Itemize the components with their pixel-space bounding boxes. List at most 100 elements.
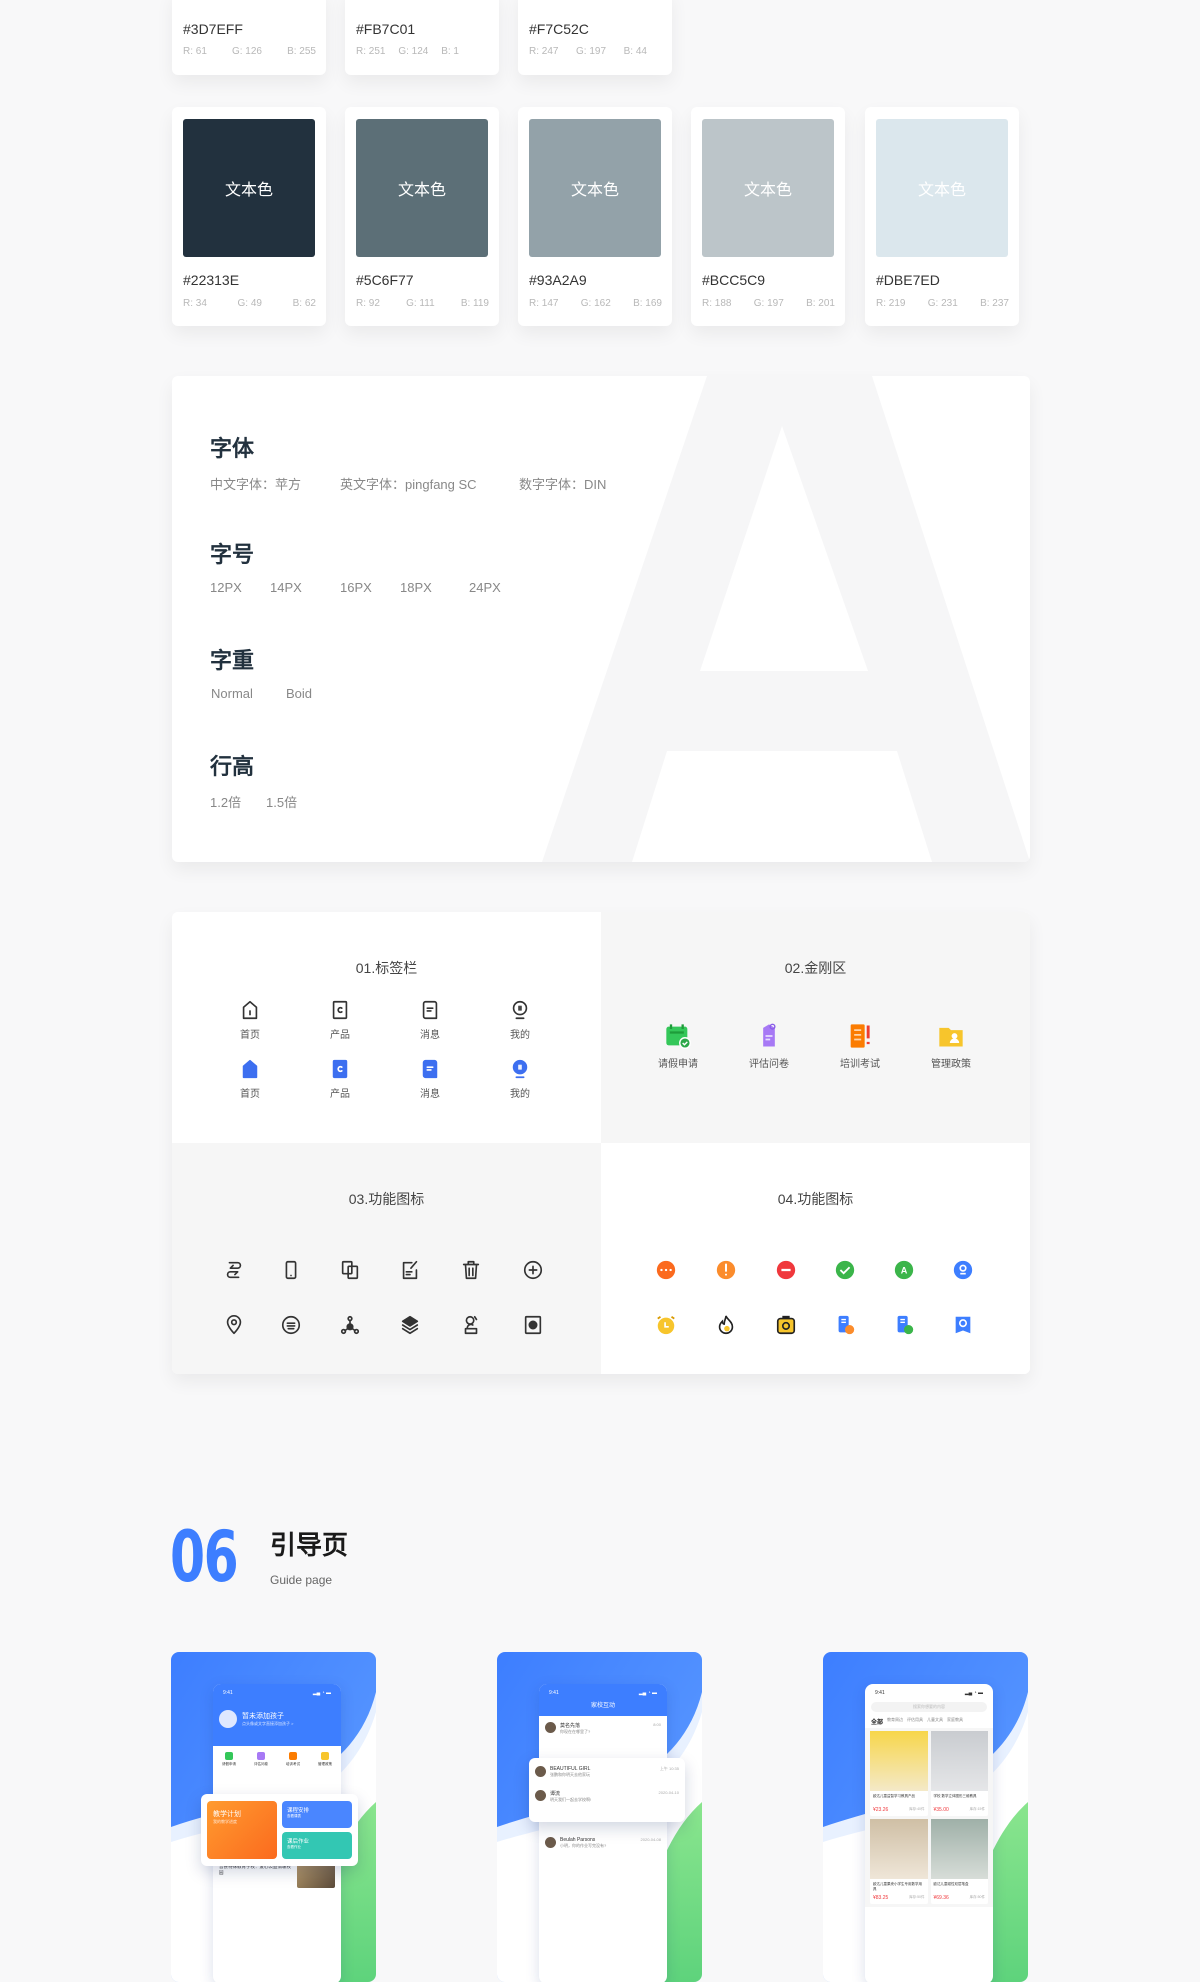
- rgb-values: R: 251 G: 124 B: 1: [356, 46, 459, 57]
- tab-message-outline[interactable]: 消息: [400, 999, 460, 1041]
- chat-title: 家校互动: [590, 1703, 615, 1709]
- tab-me-outline[interactable]: 我的: [490, 999, 550, 1041]
- function-camera[interactable]: [756, 1314, 816, 1336]
- product-card[interactable]: 欧达儿童果壳小学生专用数学用具 ¥83.25 库存:50件: [870, 1819, 928, 1904]
- function-copy[interactable]: [320, 1259, 380, 1281]
- product-name: 欧达儿童磁性双层笔盒: [933, 1882, 969, 1886]
- chat-row[interactable]: BEAUTIFUL GIRL 张鹏和你明天去他家玩 上午 10:35: [529, 1758, 685, 1784]
- function-keyboard[interactable]: [261, 1314, 321, 1336]
- category-tab[interactable]: 儿童文具: [927, 1717, 943, 1726]
- function-phone[interactable]: [261, 1259, 321, 1281]
- color-card: #3D7EFF R: 61 G: 126 B: 255: [172, 0, 326, 75]
- homework-card[interactable]: 课后作业 查看作业: [282, 1832, 352, 1859]
- function-alarm[interactable]: [636, 1314, 696, 1336]
- function-badge-icon: [933, 1314, 993, 1336]
- chat-time: 2020-04-10: [658, 1790, 679, 1795]
- tab-product-filled[interactable]: 产品: [310, 1058, 370, 1100]
- function-record[interactable]: [503, 1314, 563, 1336]
- category-tabs: 全部 教育周边 评估用具 儿童文具 家庭教具: [865, 1715, 993, 1728]
- tab-home-filled[interactable]: 首页: [220, 1058, 280, 1100]
- kingkong-policy-folder[interactable]: 管理政策: [921, 1022, 981, 1070]
- function-doc-check[interactable]: [874, 1314, 934, 1336]
- size-heading: 字号: [210, 542, 255, 567]
- function-switch[interactable]: [204, 1259, 264, 1281]
- icon-label: 消息: [420, 1030, 440, 1041]
- category-tab[interactable]: 教育周边: [887, 1717, 903, 1726]
- kingkong-leave-calendar[interactable]: 请假申请: [648, 1022, 708, 1070]
- svg-text:A: A: [901, 1266, 908, 1276]
- kingkong-leave-calendar-icon: [648, 1022, 708, 1050]
- function-warning-circle[interactable]: [696, 1259, 756, 1281]
- product-card[interactable]: 欧达儿童磁性双层笔盒 ¥69.36 库存:50件: [930, 1819, 988, 1904]
- tab-me-outline-icon: [490, 999, 550, 1021]
- kingkong-survey-tag[interactable]: 评估问卷: [739, 1022, 799, 1070]
- color-card: 文本色 #5C6F77 R: 92 G: 111 B: 119: [345, 107, 499, 326]
- color-card: #FB7C01 R: 251 G: 124 B: 1: [345, 0, 499, 75]
- product-image: [870, 1819, 928, 1879]
- background-letter-a: [542, 376, 1030, 862]
- product-card[interactable]: 欧达儿童益智学习教具产品 ¥23.26 库存:40件: [870, 1731, 928, 1816]
- category-tab[interactable]: 评估用具: [907, 1717, 923, 1726]
- function-check-circle-icon: [815, 1259, 875, 1281]
- g: G: 197: [576, 46, 607, 57]
- avatar: [545, 1722, 556, 1733]
- color-swatch: 文本色: [702, 119, 834, 257]
- function-fire-icon: [696, 1314, 756, 1336]
- chat-float-card: BEAUTIFUL GIRL 张鹏和你明天去他家玩 上午 10:35 谭流 明天我们一起…: [529, 1758, 685, 1822]
- homework-title: 课后作业: [287, 1839, 310, 1845]
- menu-item[interactable]: 管理政策: [318, 1752, 332, 1767]
- schedule-card[interactable]: 课程安排 查看课表: [282, 1801, 352, 1828]
- category-tab[interactable]: 家庭教具: [947, 1717, 963, 1726]
- tab-product-filled-icon: [310, 1058, 370, 1080]
- b: B: 62: [292, 298, 316, 309]
- chat-row[interactable]: 莫名先落 你现在在哪里了? 8:00: [539, 1716, 667, 1741]
- function-trash[interactable]: [441, 1259, 501, 1281]
- function-network[interactable]: [320, 1314, 380, 1336]
- kingkong-quadrant: 02.金刚区 请假申请 评估问卷 培训考试 管理政策: [601, 912, 1030, 1143]
- news-image: [297, 1864, 335, 1888]
- function-plus-circle[interactable]: [503, 1259, 563, 1281]
- function-location[interactable]: [204, 1314, 264, 1336]
- weight-item: Normal: [211, 686, 253, 701]
- kingkong-exam-book[interactable]: 培训考试: [830, 1022, 890, 1070]
- chat-row[interactable]: Beulah Parsons 小明，你的作业写完没有? 2020-04-08: [539, 1831, 667, 1855]
- tab-message-filled[interactable]: 消息: [400, 1058, 460, 1100]
- menu-item[interactable]: 请假申请: [222, 1752, 236, 1767]
- function-minus-circle[interactable]: [756, 1259, 816, 1281]
- r: R: 247: [529, 46, 559, 57]
- function-user-stamp[interactable]: [441, 1314, 501, 1336]
- function-layers[interactable]: [380, 1314, 440, 1336]
- b: B: 237: [980, 298, 1009, 309]
- product-card[interactable]: 学校 数学立体图形三维教具 ¥35.00 库存:15件: [930, 1731, 988, 1816]
- avatar: [219, 1710, 237, 1728]
- menu-item[interactable]: 评估问卷: [254, 1752, 268, 1767]
- font-item: 中文字体：苹方: [210, 477, 302, 492]
- menu-label: 管理政策: [318, 1762, 332, 1766]
- product-price: ¥23.26: [873, 1807, 889, 1813]
- function-check-circle[interactable]: [815, 1259, 875, 1281]
- line-height-item: 1.5倍: [266, 795, 298, 810]
- tab-product-outline[interactable]: 产品: [310, 999, 370, 1041]
- swatch-label: 文本色: [743, 182, 792, 199]
- g: G: 162: [580, 298, 611, 309]
- menu-item[interactable]: 培训考试: [286, 1752, 300, 1767]
- function-badge[interactable]: [933, 1314, 993, 1336]
- plan-card[interactable]: 教学计划 我的教学进度: [207, 1801, 277, 1859]
- status-bar: 9:41 ▂▄ ◔ ▬: [539, 1684, 667, 1696]
- function-doc-clock[interactable]: [815, 1314, 875, 1336]
- function-more-circle[interactable]: [636, 1259, 696, 1281]
- chat-row[interactable]: 谭流 明天我们一起去学校啊! 2020-04-10: [529, 1784, 685, 1809]
- function-grade-circle[interactable]: A: [874, 1259, 934, 1281]
- category-tab[interactable]: 全部: [871, 1717, 883, 1726]
- function-fire[interactable]: [696, 1314, 756, 1336]
- tab-home-outline[interactable]: 首页: [220, 999, 280, 1041]
- search-input[interactable]: 搜索你想要的内容: [871, 1702, 987, 1712]
- product-stock: 库存:50件: [969, 1895, 985, 1899]
- color-card: #F7C52C R: 247 G: 197 B: 44: [518, 0, 672, 75]
- color-swatch: 文本色: [529, 119, 661, 257]
- function-network-icon: [320, 1314, 380, 1336]
- function-edit[interactable]: [380, 1259, 440, 1281]
- icon-label: 我的: [510, 1089, 530, 1100]
- function-location-circle[interactable]: [933, 1259, 993, 1281]
- tab-me-filled[interactable]: 我的: [490, 1058, 550, 1100]
